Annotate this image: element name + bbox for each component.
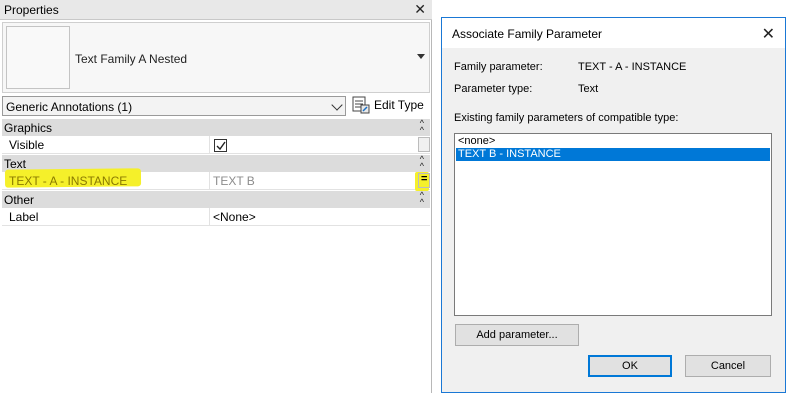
- instance-filter-value: Generic Annotations (1): [6, 100, 133, 114]
- row-text-parameter-value: TEXT B: [209, 172, 418, 190]
- instance-filter-dropdown[interactable]: Generic Annotations (1): [2, 96, 346, 116]
- scrollbar-thumb[interactable]: [418, 137, 430, 152]
- row-text-parameter-label: TEXT - A - INSTANCE: [9, 174, 128, 188]
- add-parameter-button[interactable]: Add parameter...: [455, 324, 579, 346]
- ok-button[interactable]: OK: [588, 355, 672, 377]
- list-item-selected[interactable]: TEXT B - INSTANCE: [456, 148, 770, 161]
- cancel-button[interactable]: Cancel: [685, 355, 771, 377]
- checkmark-icon: [216, 141, 226, 151]
- equals-icon: =: [421, 173, 428, 185]
- existing-parameters-list[interactable]: <none> TEXT B - INSTANCE: [454, 133, 772, 316]
- edit-type-icon: [352, 96, 370, 114]
- edit-type-label: Edit Type: [374, 98, 424, 112]
- collapse-icon[interactable]: ^ ^: [420, 155, 424, 171]
- existing-parameters-label: Existing family parameters of compatible…: [454, 112, 679, 124]
- family-parameter-label: Family parameter:: [454, 61, 543, 73]
- visible-checkbox[interactable]: [214, 139, 227, 152]
- parameter-type-label: Parameter type:: [454, 83, 533, 95]
- row-label: Label <None>: [2, 208, 430, 226]
- type-preview-thumbnail: [6, 26, 70, 89]
- list-item[interactable]: <none>: [456, 135, 770, 148]
- group-graphics[interactable]: Graphics ^ ^: [2, 119, 430, 136]
- background-strip: [433, 0, 441, 393]
- group-other[interactable]: Other ^ ^: [2, 191, 430, 208]
- type-selector[interactable]: Text Family A Nested: [2, 22, 430, 93]
- dialog-title-bar: Associate Family Parameter ✕: [442, 18, 785, 48]
- properties-title-bar: Properties ✕: [0, 0, 432, 20]
- group-graphics-label: Graphics: [4, 121, 53, 135]
- close-icon[interactable]: ✕: [414, 1, 426, 18]
- row-text-parameter: TEXT - A - INSTANCE TEXT B =: [2, 172, 430, 191]
- dialog-title: Associate Family Parameter: [452, 27, 603, 41]
- family-parameter-value: TEXT - A - INSTANCE: [578, 61, 687, 73]
- associate-family-parameter-button[interactable]: =: [418, 173, 430, 188]
- row-label-value[interactable]: <None>: [209, 208, 418, 226]
- group-other-label: Other: [4, 193, 35, 207]
- type-name: Text Family A Nested: [75, 52, 188, 66]
- parameter-type-value: Text: [578, 83, 599, 95]
- dropdown-arrow-icon[interactable]: [417, 54, 425, 59]
- close-icon[interactable]: ✕: [762, 24, 775, 44]
- collapse-icon[interactable]: ^ ^: [420, 119, 424, 135]
- associate-family-parameter-dialog: Associate Family Parameter ✕ Family para…: [441, 17, 786, 393]
- row-visible: Visible: [2, 136, 430, 154]
- row-label-value-text: <None>: [213, 210, 256, 224]
- properties-title: Properties: [4, 3, 59, 17]
- row-label-label: Label: [9, 210, 39, 224]
- edit-type-button[interactable]: Edit Type: [350, 94, 430, 116]
- row-text-parameter-value-text: TEXT B: [213, 174, 255, 188]
- chevron-down-icon[interactable]: [331, 99, 343, 111]
- properties-palette: Properties ✕ Text Family A Nested Generi…: [0, 0, 432, 393]
- row-visible-label: Visible: [9, 138, 45, 152]
- row-visible-value: [209, 136, 418, 154]
- collapse-icon[interactable]: ^ ^: [420, 191, 424, 207]
